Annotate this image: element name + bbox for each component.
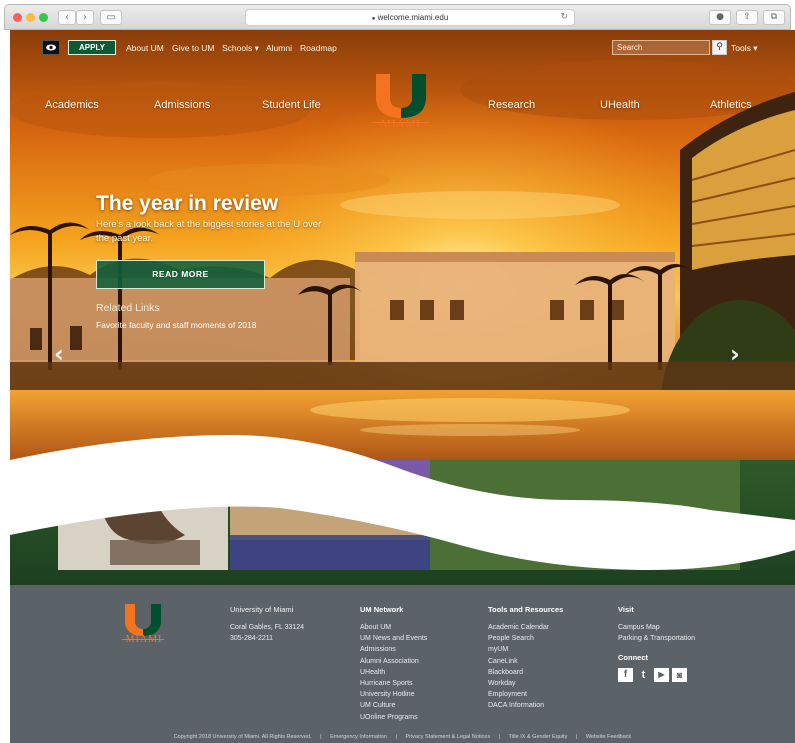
download-icon: ● [716, 12, 724, 22]
footer-col-network: UM Network About UM UM News and Events A… [360, 605, 427, 723]
footer-heading: University of Miami [230, 605, 294, 614]
footer-link[interactable]: myUM [488, 644, 563, 655]
legal-link[interactable]: Emergency Information [330, 734, 387, 740]
search-icon: ⚲ [716, 42, 723, 52]
facebook-icon[interactable]: f [618, 668, 633, 683]
hero-section: APPLY About UM Give to UM Schools ▾ Alum… [10, 30, 795, 585]
legal-link[interactable]: Privacy Statement & Legal Notices [405, 734, 490, 740]
read-more-button[interactable]: READ MORE [96, 260, 265, 289]
instagram-icon[interactable]: ◙ [672, 668, 687, 683]
zoom-window-button[interactable] [39, 13, 48, 22]
footer-link[interactable]: Academic Calendar [488, 622, 563, 633]
footer-link[interactable]: UM News and Events [360, 633, 427, 644]
separator: | [320, 734, 322, 740]
footer-link[interactable]: Parking & Transportation [618, 633, 695, 644]
footer-link[interactable]: Blackboard [488, 667, 563, 678]
footer-link[interactable]: DACA Information [488, 700, 563, 711]
nav-link-about[interactable]: About UM [126, 43, 164, 53]
nav-research[interactable]: Research [488, 99, 535, 111]
carousel-next-icon[interactable]: › [730, 340, 740, 368]
phone-line: 305-284-2211 [230, 635, 274, 643]
nav-link-roadmap[interactable]: Roadmap [300, 43, 337, 53]
share-icon: ⇧ [743, 12, 751, 22]
hero-title: The year in review [96, 192, 279, 215]
footer-legal-bar: Copyright 2018 University of Miami. All … [10, 734, 795, 740]
nav-academics[interactable]: Academics [45, 99, 99, 111]
footer-link[interactable]: People Search [488, 633, 563, 644]
sidebar-icon: ▭ [106, 12, 116, 23]
footer-link[interactable]: About UM [360, 622, 427, 633]
url-text: welcome.miami.edu [377, 13, 449, 22]
nav-admissions[interactable]: Admissions [154, 99, 210, 111]
nav-link-schools[interactable]: Schools ▾ [222, 43, 259, 54]
carousel-prev-icon[interactable]: ‹ [54, 340, 64, 368]
footer-link[interactable]: CaneLink [488, 656, 563, 667]
nav-link-give[interactable]: Give to UM [172, 43, 215, 53]
footer-link[interactable]: Alumni Association [360, 656, 427, 667]
tabs-button[interactable]: ⧉ [763, 10, 785, 25]
lock-icon: ● [371, 16, 376, 22]
legal-link[interactable]: Title IX & Gender Equity [509, 734, 568, 740]
footer-link[interactable]: UOnline Programs [360, 712, 427, 723]
footer-heading: UM Network [360, 605, 404, 614]
legal-link[interactable]: Website Feedback [586, 734, 631, 740]
footer-link[interactable]: Hurricane Sports [360, 678, 427, 689]
footer-link[interactable]: Employment [488, 689, 563, 700]
forward-button[interactable]: › [76, 10, 94, 25]
apply-button[interactable]: APPLY [68, 40, 116, 55]
minimize-window-button[interactable] [26, 13, 35, 22]
footer-col-university: University of Miami Coral Gables, FL 331… [230, 605, 304, 644]
browser-window: ‹ › ▭ ● welcome.miami.edu ↻ ● ⇧ ⧉ APPLY … [0, 0, 795, 743]
site-footer: MIAMI University of Miami Coral Gables, … [10, 585, 795, 743]
address-line: Coral Gables, FL 33124 [230, 624, 305, 631]
reload-icon[interactable]: ↻ [560, 10, 568, 25]
footer-col-tools: Tools and Resources Academic Calendar Pe… [488, 605, 563, 712]
footer-link[interactable]: University Hotline [360, 689, 427, 700]
downloads-button[interactable]: ● [709, 10, 731, 25]
separator: | [395, 734, 397, 740]
twitter-icon[interactable]: t [636, 668, 651, 682]
footer-link[interactable]: UM Culture [360, 700, 427, 711]
search-input[interactable]: Search [612, 40, 710, 55]
accessibility-button[interactable] [42, 40, 60, 55]
chevron-left-icon: ‹ [65, 12, 69, 23]
copyright-text: Copyright 2018 University of Miami. All … [173, 734, 312, 740]
youtube-icon[interactable]: ▶ [654, 668, 669, 683]
utility-nav: APPLY About UM Give to UM Schools ▾ Alum… [10, 34, 795, 58]
connect-heading: Connect [618, 653, 648, 663]
related-link[interactable]: Favorite faculty and staff moments of 20… [96, 320, 256, 330]
footer-heading: Visit [618, 605, 634, 614]
separator: | [575, 734, 578, 740]
footer-logo-wordmark: MIAMI [125, 634, 163, 645]
footer-link[interactable]: UHealth [360, 667, 427, 678]
footer-link[interactable]: Workday [488, 678, 563, 689]
tools-menu[interactable]: Tools ▾ [731, 43, 757, 54]
social-icons: f t ▶ ◙ [618, 668, 695, 683]
nav-athletics[interactable]: Athletics [710, 99, 752, 111]
hero-subtitle: Here's a look back at the biggest storie… [96, 219, 322, 244]
search-button[interactable]: ⚲ [712, 40, 727, 55]
chevron-right-icon: › [83, 12, 87, 23]
footer-link[interactable]: Campus Map [618, 622, 695, 633]
back-button[interactable]: ‹ [58, 10, 76, 25]
nav-link-alumni[interactable]: Alumni [266, 43, 292, 53]
logo-wordmark: MIAMI [381, 118, 421, 130]
nav-student-life[interactable]: Student Life [262, 99, 321, 111]
close-window-button[interactable] [13, 13, 22, 22]
footer-col-visit: Visit Campus Map Parking & Transportatio… [618, 605, 695, 683]
share-button[interactable]: ⇧ [736, 10, 758, 25]
separator: | [498, 734, 501, 740]
footer-heading: Tools and Resources [488, 605, 564, 614]
related-links-heading: Related Links [96, 302, 160, 314]
webpage: APPLY About UM Give to UM Schools ▾ Alum… [10, 30, 795, 743]
nav-uhealth[interactable]: UHealth [600, 99, 640, 111]
browser-toolbar: ‹ › ▭ ● welcome.miami.edu ↻ ● ⇧ ⧉ [4, 4, 791, 30]
eye-icon [46, 44, 56, 51]
tabs-icon: ⧉ [770, 12, 778, 22]
sidebar-toggle-button[interactable]: ▭ [100, 10, 122, 25]
footer-link[interactable]: Admissions [360, 644, 427, 655]
address-bar[interactable]: ● welcome.miami.edu ↻ [245, 9, 575, 26]
